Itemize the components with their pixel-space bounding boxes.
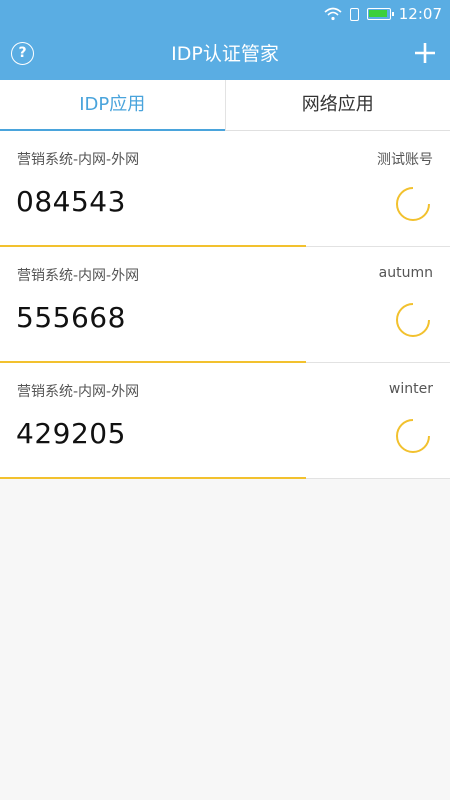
wifi-icon xyxy=(324,7,342,21)
token-account: winter xyxy=(388,381,433,397)
sim-icon xyxy=(349,7,359,21)
token-card[interactable]: 营销系统-内网-外网 autumn 555668 xyxy=(0,247,450,363)
countdown-arc xyxy=(396,187,430,221)
app-bar: ? IDP认证管家 xyxy=(0,28,450,80)
token-list: 营销系统-内网-外网 测试账号 084543 营销系统-内网-外网 autumn… xyxy=(0,131,450,479)
token-account: autumn xyxy=(378,265,433,281)
tab-bar: IDP应用 网络应用 xyxy=(0,80,450,131)
token-progress-bar xyxy=(0,477,306,479)
countdown-timer-icon xyxy=(396,419,430,453)
tab-idp-apps[interactable]: IDP应用 xyxy=(0,80,225,131)
battery-icon xyxy=(366,8,394,20)
battery-fill xyxy=(368,10,387,17)
tab-network-apps[interactable]: 网络应用 xyxy=(226,80,450,130)
countdown-timer-icon xyxy=(396,303,430,337)
countdown-timer-icon xyxy=(396,187,430,221)
token-code: 429205 xyxy=(16,417,126,450)
token-app-name: 营销系统-内网-外网 xyxy=(17,268,140,284)
countdown-arc xyxy=(396,303,430,337)
token-card[interactable]: 营销系统-内网-外网 winter 429205 xyxy=(0,363,450,479)
status-bar: 12:07 xyxy=(0,0,450,28)
token-account: 测试账号 xyxy=(377,152,433,168)
add-icon[interactable] xyxy=(412,40,438,66)
status-time: 12:07 xyxy=(398,5,442,23)
page-title: IDP认证管家 xyxy=(171,43,279,65)
status-icons: 12:07 xyxy=(324,4,442,24)
token-card[interactable]: 营销系统-内网-外网 测试账号 084543 xyxy=(0,131,450,247)
token-app-name: 营销系统-内网-外网 xyxy=(17,152,140,168)
token-code: 555668 xyxy=(16,301,126,334)
countdown-arc xyxy=(396,419,430,453)
token-app-name: 营销系统-内网-外网 xyxy=(17,384,140,400)
token-code: 084543 xyxy=(16,185,126,218)
